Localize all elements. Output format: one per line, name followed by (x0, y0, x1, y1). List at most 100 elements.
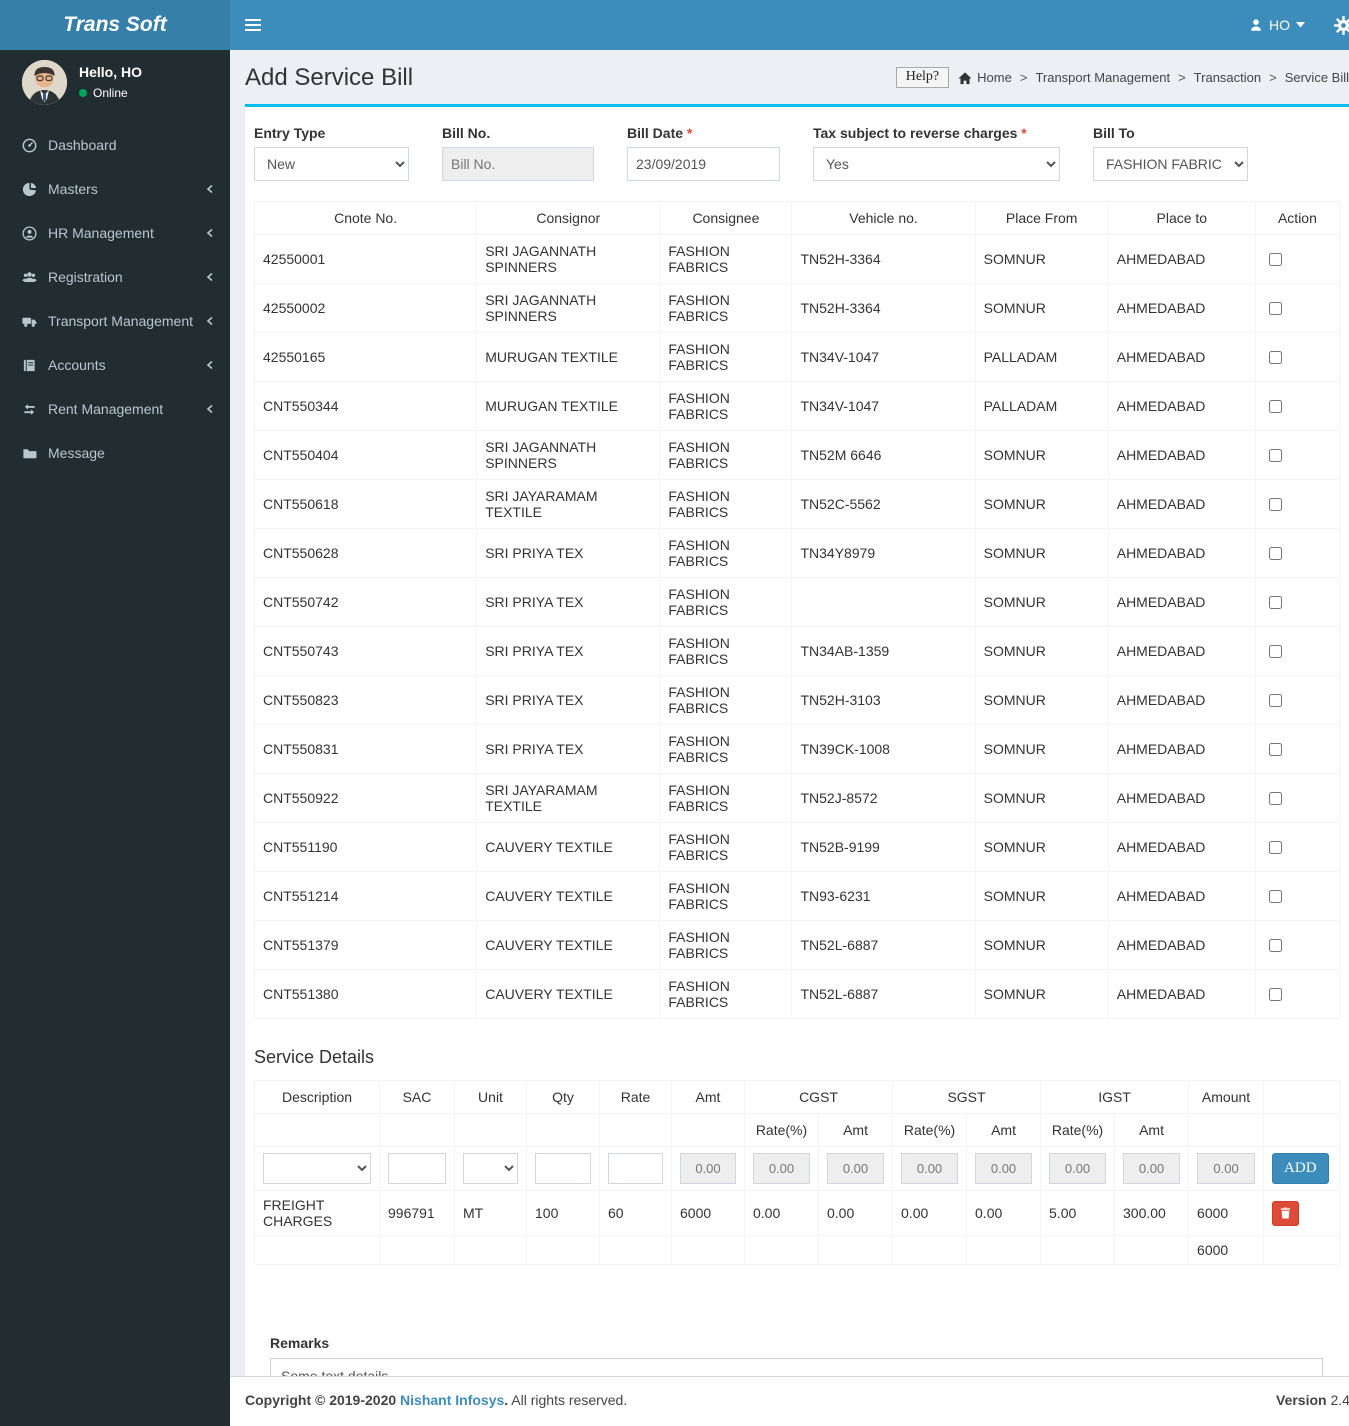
breadcrumb-home[interactable]: Home (977, 70, 1012, 85)
chevron-left-icon (205, 404, 215, 414)
row-select-checkbox[interactable] (1268, 791, 1282, 805)
app-logo[interactable]: Trans Soft (0, 0, 230, 50)
sidebar-item-rent-management[interactable]: Rent Management (0, 387, 230, 431)
service-rate-input[interactable] (608, 1153, 663, 1184)
total-amount: 6000 (1188, 1235, 1265, 1265)
service-qty-input[interactable] (535, 1153, 591, 1184)
cell-consignee: FASHION FABRICS (659, 920, 793, 970)
row-select-checkbox[interactable] (1268, 448, 1282, 462)
entry-type-select[interactable]: New (254, 147, 409, 181)
cell-consignee: FASHION FABRICS (659, 871, 793, 921)
entry-type-label: Entry Type (254, 125, 326, 141)
avatar (22, 60, 67, 105)
reverse-charges-select[interactable]: Yes (813, 147, 1060, 181)
bill-date-label: Bill Date * (627, 125, 693, 141)
sidebar-item-transport-management[interactable]: Transport Management (0, 299, 230, 343)
col-consignee: Consignee (659, 201, 793, 235)
company-link[interactable]: Nishant Infosys (400, 1392, 504, 1408)
cell-amount: 6000 (1188, 1190, 1265, 1236)
cell-consignee: FASHION FABRICS (659, 577, 793, 627)
service-description-select[interactable] (263, 1153, 371, 1184)
copyright-text: Copyright © 2019-2020 Nishant Infosys. A… (245, 1392, 628, 1408)
cell-qty: 100 (526, 1190, 600, 1236)
table-row: 42550002 SRI JAGANNATH SPINNERS FASHION … (253, 283, 1341, 333)
row-select-checkbox[interactable] (1268, 301, 1282, 315)
cell-consignor: SRI JAGANNATH SPINNERS (476, 283, 661, 333)
table-row: 42550001 SRI JAGANNATH SPINNERS FASHION … (253, 234, 1341, 284)
cell-consignor: SRI PRIYA TEX (476, 626, 661, 676)
cell-place-to: AHMEDABAD (1107, 430, 1256, 480)
service-input-row: ADD (254, 1146, 1341, 1191)
row-select-checkbox[interactable] (1268, 938, 1282, 952)
cell-cgst-rate: 0.00 (744, 1190, 819, 1236)
sidebar-item-registration[interactable]: Registration (0, 255, 230, 299)
table-row: CNT551380 CAUVERY TEXTILE FASHION FABRIC… (253, 969, 1341, 1019)
row-select-checkbox[interactable] (1268, 644, 1282, 658)
help-button[interactable]: Help? (895, 67, 950, 88)
row-select-checkbox[interactable] (1268, 546, 1282, 560)
cell-cnote: CNT550922 (253, 773, 478, 823)
row-select-checkbox[interactable] (1268, 889, 1282, 903)
row-select-checkbox[interactable] (1268, 350, 1282, 364)
service-unit-select[interactable] (463, 1153, 518, 1184)
cell-place-from: SOMNUR (974, 234, 1109, 284)
breadcrumb-transaction[interactable]: Transaction (1194, 70, 1261, 85)
cell-place-to: AHMEDABAD (1107, 920, 1256, 970)
chevron-left-icon (205, 316, 215, 326)
row-select-checkbox[interactable] (1268, 497, 1282, 511)
cell-rate: 60 (599, 1190, 672, 1236)
cell-consignee: FASHION FABRICS (659, 479, 793, 529)
breadcrumb-transport-management[interactable]: Transport Management (1035, 70, 1170, 85)
sidebar-toggle-icon[interactable] (230, 0, 276, 50)
cell-place-to: AHMEDABAD (1107, 381, 1256, 431)
cell-cnote: CNT550618 (253, 479, 478, 529)
service-amt-field (680, 1153, 736, 1184)
service-details-table: Description SAC Unit Qty Rate Amt CGST S… (254, 1080, 1341, 1265)
row-select-checkbox[interactable] (1268, 399, 1282, 413)
col-sgst-amt: Amt (966, 1113, 1042, 1147)
settings-gear-icon[interactable] (1323, 0, 1349, 50)
cell-consignor: SRI PRIYA TEX (476, 675, 661, 725)
row-select-checkbox[interactable] (1268, 987, 1282, 1001)
cell-place-from: SOMNUR (974, 479, 1109, 529)
sidebar-item-label: Rent Management (48, 401, 164, 417)
cell-cnote: CNT550823 (253, 675, 478, 725)
sidebar-item-label: Transport Management (48, 313, 193, 329)
sidebar-item-masters[interactable]: Masters (0, 167, 230, 211)
table-row: CNT551214 CAUVERY TEXTILE FASHION FABRIC… (253, 871, 1341, 921)
ledger-book-icon (22, 358, 38, 373)
bill-date-field[interactable] (627, 147, 780, 181)
row-select-checkbox[interactable] (1268, 840, 1282, 854)
cell-place-from: SOMNUR (974, 920, 1109, 970)
sidebar-item-message[interactable]: Message (0, 431, 230, 475)
row-select-checkbox[interactable] (1268, 595, 1282, 609)
cell-place-to: AHMEDABAD (1107, 626, 1256, 676)
cell-amt: 6000 (671, 1190, 745, 1236)
delete-service-row-button[interactable] (1272, 1200, 1300, 1226)
sidebar-item-accounts[interactable]: Accounts (0, 343, 230, 387)
cell-cnote: CNT550831 (253, 724, 478, 774)
cell-consignor: SRI JAYARAMAM TEXTILE (476, 773, 661, 823)
cell-place-to: AHMEDABAD (1107, 283, 1256, 333)
cell-sac: 996791 (379, 1190, 455, 1236)
cell-cnote: CNT550742 (253, 577, 478, 627)
bill-to-select[interactable]: FASHION FABRICS (1093, 147, 1248, 181)
sidebar-item-hr-management[interactable]: HR Management (0, 211, 230, 255)
service-details-title: Service Details (254, 1047, 375, 1067)
row-select-checkbox[interactable] (1268, 693, 1282, 707)
footer: Copyright © 2019-2020 Nishant Infosys. A… (230, 1376, 1349, 1426)
sidebar-menu: Dashboard Masters HR Management Registra… (0, 123, 230, 475)
add-service-button[interactable]: ADD (1272, 1153, 1329, 1184)
top-navbar: HO (230, 0, 1349, 50)
cell-cnote: CNT550743 (253, 626, 478, 676)
col-description: Description (254, 1080, 380, 1114)
sidebar-item-dashboard[interactable]: Dashboard (0, 123, 230, 167)
row-select-checkbox[interactable] (1268, 252, 1282, 266)
service-sac-input[interactable] (388, 1153, 446, 1184)
cell-vehicle: TN93-6231 (791, 871, 976, 921)
row-select-checkbox[interactable] (1268, 742, 1282, 756)
cell-place-to: AHMEDABAD (1107, 528, 1256, 578)
user-dropdown[interactable]: HO (1231, 0, 1323, 50)
cell-place-to: AHMEDABAD (1107, 969, 1256, 1019)
col-consignor: Consignor (476, 201, 661, 235)
